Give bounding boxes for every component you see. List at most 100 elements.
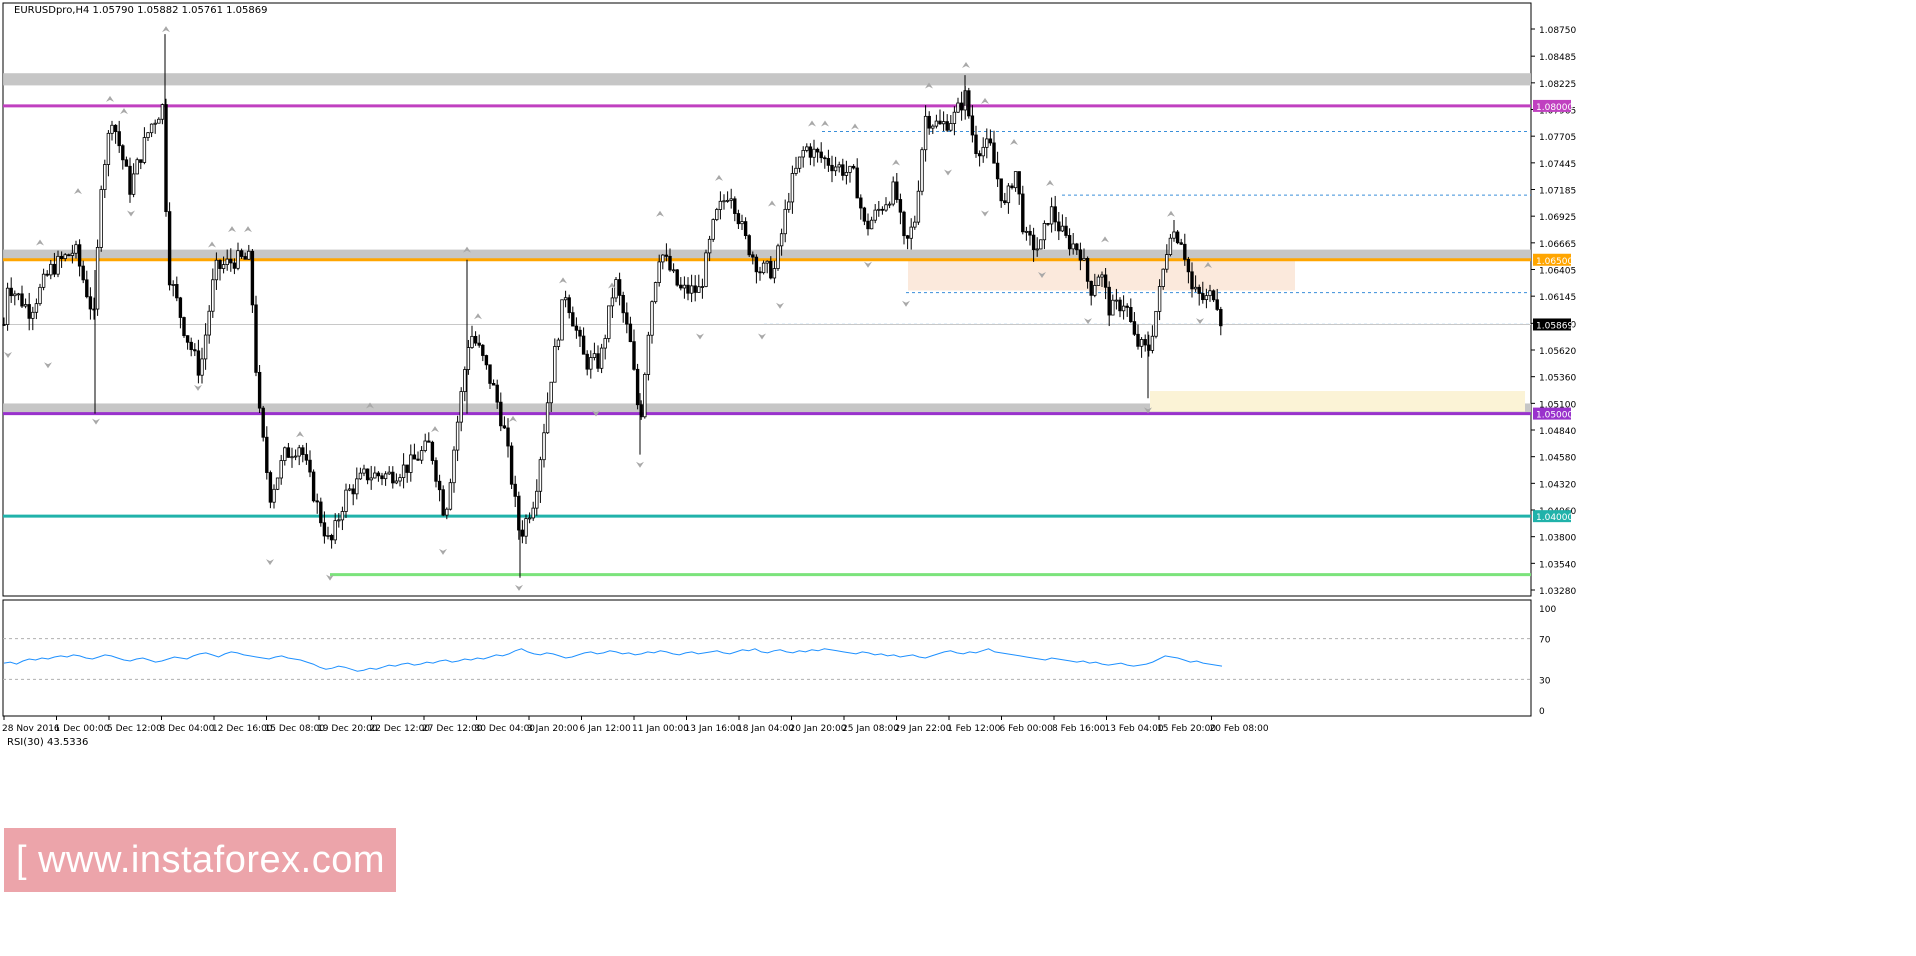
price-tick-label: 1.08225	[1539, 80, 1576, 90]
candle-body	[416, 458, 420, 461]
candle-body	[409, 454, 413, 473]
candle-body	[1118, 299, 1122, 312]
candle-body	[135, 159, 139, 175]
candle-body	[790, 173, 795, 203]
candle-body	[1093, 285, 1097, 296]
candle-body	[603, 338, 607, 349]
candle-body	[1031, 234, 1036, 251]
candle-body	[473, 335, 478, 344]
time-label: 5 Dec 12:00	[107, 724, 162, 734]
time-label: 25 Jan 08:00	[842, 724, 899, 734]
candle-body	[686, 284, 690, 294]
candle-body	[970, 115, 975, 136]
candle-body	[272, 488, 276, 503]
candle-body	[974, 134, 978, 154]
candle-body	[1096, 276, 1101, 286]
candle-body	[905, 235, 910, 239]
candle-body	[164, 104, 168, 212]
candle-body	[661, 254, 665, 263]
candle-body	[819, 151, 823, 159]
candle-body	[891, 181, 895, 205]
candle-body	[995, 162, 1000, 180]
candle-body	[1046, 222, 1050, 225]
candle-body	[250, 250, 255, 306]
candle-body	[185, 335, 190, 343]
candle-body	[1057, 221, 1061, 232]
candle-body	[1053, 206, 1057, 223]
price-tick-label: 1.08485	[1539, 53, 1576, 63]
candle-body	[13, 293, 17, 297]
candle-body	[286, 447, 291, 458]
candle-body	[189, 341, 193, 351]
level-tag-label: 1.08000	[1536, 103, 1573, 113]
candle-body	[398, 477, 402, 482]
candle-body	[484, 355, 489, 366]
candle-body	[614, 279, 618, 299]
candle-body	[63, 254, 67, 259]
candle-body	[664, 254, 669, 257]
candle-body	[668, 255, 672, 271]
rsi-label: RSI(30) 43.5336	[7, 737, 88, 748]
candle-body	[797, 156, 802, 169]
candle-body	[520, 529, 525, 537]
candle-body	[977, 153, 982, 157]
candle-body	[455, 421, 460, 451]
candle-body	[571, 312, 575, 327]
candle-body	[95, 246, 100, 310]
candle-body	[815, 148, 820, 153]
candle-body	[556, 339, 561, 347]
candle-body	[808, 146, 813, 158]
candle-body	[621, 294, 625, 314]
candle-body	[794, 167, 798, 174]
candle-body	[700, 286, 705, 288]
candle-body	[869, 219, 874, 230]
candle-body	[1211, 290, 1216, 301]
candle-body	[405, 464, 409, 473]
candle-body	[855, 167, 859, 199]
candle-body	[70, 252, 75, 256]
candle-body	[952, 111, 957, 124]
candle-body	[387, 471, 391, 475]
candle-body	[1017, 171, 1021, 195]
candle-body	[373, 472, 377, 479]
candle-body	[1075, 243, 1079, 251]
candle-body	[527, 517, 532, 520]
candle-body	[610, 297, 615, 307]
price-tick-label: 1.04840	[1539, 427, 1576, 437]
candle-body	[481, 344, 485, 356]
instaforex-watermark[interactable]: [ www.instaforex.com ]	[4, 828, 396, 945]
candle-body	[1208, 290, 1212, 297]
price-chart[interactable]: 1.087501.084851.082251.079651.077051.074…	[0, 0, 1916, 945]
candle-body	[434, 460, 438, 482]
candle-body	[49, 263, 53, 276]
time-label: 29 Jan 22:00	[895, 724, 952, 734]
candle-body	[628, 323, 633, 343]
candle-body	[653, 282, 658, 303]
candle-body	[1179, 242, 1183, 245]
price-tick-label: 1.04580	[1539, 454, 1576, 464]
candle-body	[938, 120, 942, 125]
candle-body	[2, 323, 6, 326]
candle-body	[106, 132, 111, 165]
candle-body	[470, 335, 474, 348]
candle-body	[52, 263, 57, 275]
candle-body	[812, 148, 816, 158]
candle-body	[866, 220, 870, 230]
candle-body	[545, 402, 550, 434]
candle-body	[445, 508, 449, 516]
candle-body	[841, 164, 845, 176]
candle-body	[689, 285, 694, 294]
candle-body	[45, 273, 49, 276]
candle-body	[74, 244, 78, 254]
candle-body	[675, 269, 679, 286]
candle-body	[880, 208, 885, 211]
candle-body	[934, 120, 939, 127]
candle-body	[607, 305, 611, 339]
candle-body	[347, 488, 352, 491]
candle-body	[711, 219, 715, 240]
price-tick-label: 1.07445	[1539, 160, 1576, 170]
candle-body	[218, 259, 222, 269]
candle-body	[211, 279, 215, 312]
candle-body	[157, 118, 161, 124]
candle-body	[1139, 339, 1144, 347]
